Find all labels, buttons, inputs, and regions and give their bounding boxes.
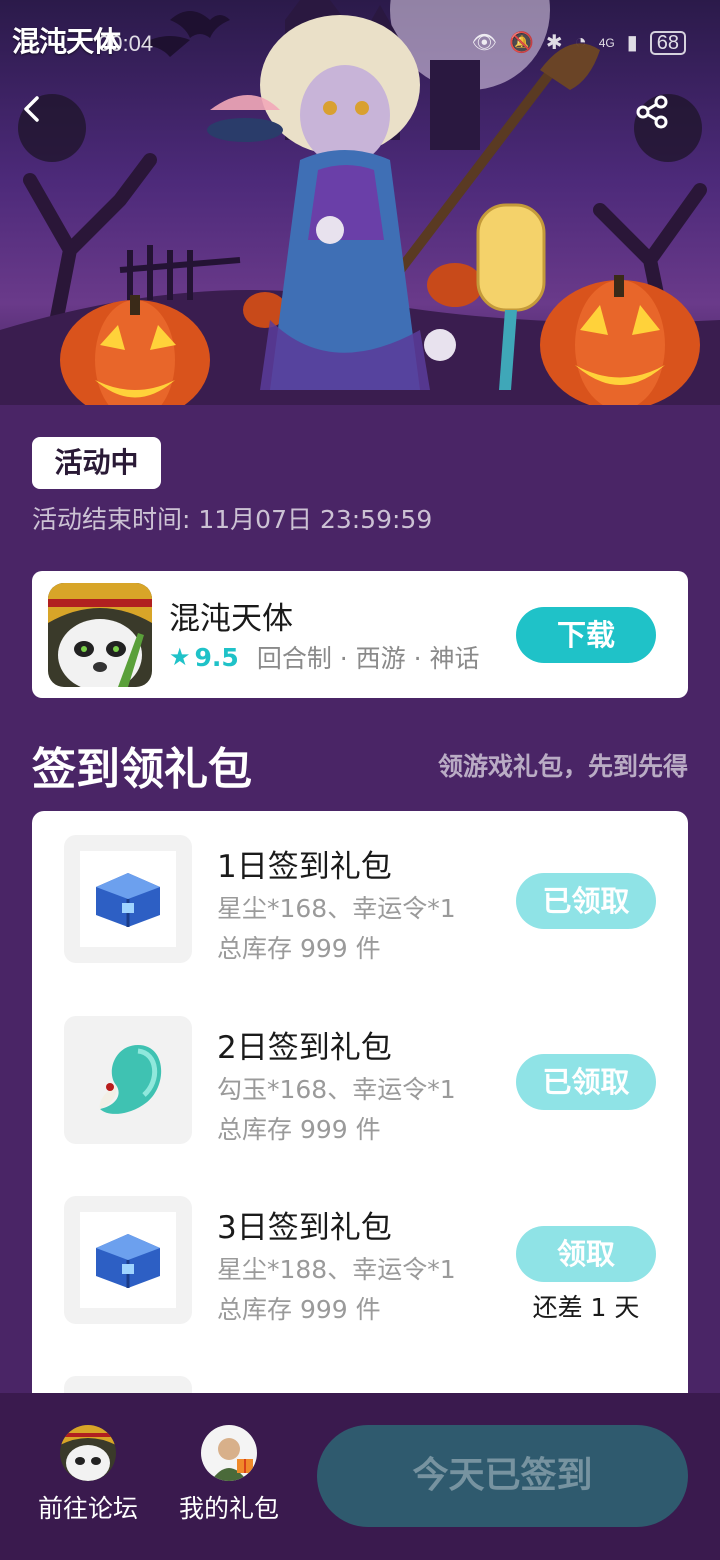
signal-icon: ▮ [626, 32, 638, 54]
list-item: 3日签到礼包 星尘*188、幸运令*1 总库存 999 件 领取 还差 1 天 [32, 1172, 688, 1324]
game-app-icon [48, 583, 152, 687]
star-icon: ★ [169, 643, 191, 671]
claim-button[interactable]: 领取 [516, 1226, 656, 1282]
status-icons: 👁 🔕 ✱ ◔ 4G ▮ 68 [472, 30, 686, 55]
eye-icon: 👁 [471, 32, 497, 54]
checkin-button[interactable]: 今天已签到 [317, 1425, 688, 1527]
claimed-button[interactable]: 已领取 [516, 1054, 656, 1110]
bluetooth-icon: ✱ [545, 32, 563, 54]
gift-title: 3日签到礼包 [217, 1210, 392, 1246]
forum-label: 前往论坛 [37, 1494, 138, 1523]
download-button[interactable]: 下载 [516, 607, 656, 663]
mute-icon: 🔕 [508, 32, 534, 54]
game-name: 混沌天体 [169, 601, 293, 637]
gift-description: 星尘*188、幸运令*1 [217, 1255, 456, 1284]
status-time: 00:04 [98, 31, 154, 56]
my-gifts-link[interactable]: 我的礼包 [169, 1425, 289, 1525]
wifi-icon: ◔ [574, 31, 587, 53]
hero-banner: 混沌天体 00:04 👁 🔕 ✱ ◔ 4G ▮ 68 [0, 0, 720, 405]
claimed-button[interactable]: 已领取 [516, 873, 656, 929]
avatar [201, 1425, 257, 1481]
gift-thumbnail [64, 1016, 192, 1144]
game-forum-icon [60, 1425, 116, 1481]
section-subtitle: 领游戏礼包，先到先得 [437, 752, 688, 781]
gift-title: 1日签到礼包 [217, 849, 392, 885]
share-button[interactable] [634, 94, 702, 162]
game-meta: ★ 9.5 回合制 · 西游 · 神话 [169, 639, 480, 675]
list-item: 2日签到礼包 勾玉*168、幸运令*1 总库存 999 件 已领取 [32, 992, 688, 1144]
list-item: 1日签到礼包 星尘*168、幸运令*1 总库存 999 件 已领取 [32, 811, 688, 963]
jade-magatama-icon [99, 1045, 162, 1114]
share-icon [636, 95, 668, 129]
battery-icon: 68 [649, 30, 686, 55]
status-badge: 活动中 [32, 437, 161, 489]
game-tags: 回合制 · 西游 · 神话 [256, 644, 480, 673]
gift-thumbnail [64, 1196, 192, 1324]
network-label: 4G [598, 35, 615, 50]
gift-stock: 总库存 999 件 [217, 1295, 381, 1324]
bottom-bar: 前往论坛 我的礼包 今天已签到 [0, 1393, 720, 1560]
game-rating: 9.5 [194, 642, 239, 672]
blue-chest-icon [96, 1234, 160, 1288]
game-card[interactable]: 混沌天体 ★ 9.5 回合制 · 西游 · 神话 下载 [32, 571, 688, 698]
gift-stock: 总库存 999 件 [217, 934, 381, 963]
status-bar: 00:04 👁 🔕 ✱ ◔ 4G ▮ 68 [0, 28, 720, 62]
gift-description: 星尘*168、幸运令*1 [217, 894, 456, 923]
gift-thumbnail [64, 835, 192, 963]
forum-link[interactable]: 前往论坛 [28, 1425, 148, 1525]
activity-end-time: 活动结束时间: 11月07日 23:59:59 [32, 505, 433, 534]
blue-chest-icon [96, 873, 160, 927]
back-button[interactable] [18, 94, 86, 162]
days-remaining: 还差 1 天 [532, 1293, 640, 1322]
gift-stock: 总库存 999 件 [217, 1115, 381, 1144]
section-title: 签到领礼包 [32, 744, 252, 795]
gift-list: 1日签到礼包 星尘*168、幸运令*1 总库存 999 件 已领取 2日签到礼包… [32, 811, 688, 1411]
chevron-left-icon [24, 96, 39, 122]
my-gifts-label: 我的礼包 [178, 1494, 279, 1523]
gift-title: 2日签到礼包 [217, 1030, 392, 1066]
gift-description: 勾玉*168、幸运令*1 [217, 1075, 456, 1104]
